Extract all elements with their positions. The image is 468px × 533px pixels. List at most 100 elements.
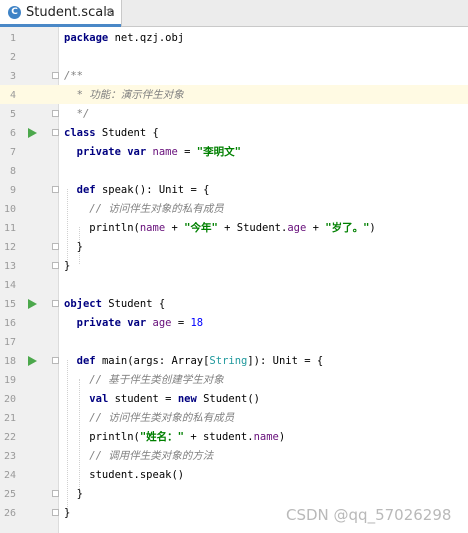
code-line[interactable]: println(name + "今年" + Student.age + "岁了。… [64,219,375,238]
line-number: 20 [3,394,16,405]
string-token: "姓名：" [139,431,185,443]
gutter-row: 20 [0,390,58,409]
tab-student-scala[interactable]: C Student.scala ✕ [0,0,122,27]
tab-label: Student.scala [26,5,115,20]
line-number: 17 [3,337,16,348]
fold-icon[interactable] [52,490,59,497]
line-number: 15 [3,299,16,310]
number-token: 18 [190,317,204,329]
comment-token: // 基于伴生类创建学生对象 [89,374,224,386]
fold-icon[interactable] [52,110,59,117]
plain-token: + student. [184,431,254,443]
plain-token: println( [64,222,140,234]
code-line[interactable]: println("姓名：" + student.name) [64,428,285,447]
gutter-row: 13 [0,257,59,276]
run-icon[interactable] [28,299,37,309]
line-number: 13 [3,261,16,272]
code-line[interactable]: */ [64,105,90,124]
gutter-row: 10 [0,200,58,219]
line-number: 16 [3,318,16,329]
keyword-token: class [64,127,96,139]
code-line[interactable]: } [64,504,70,523]
line-number: 22 [3,432,16,443]
plain-token: } [64,260,71,272]
gutter-row: 4 [0,86,58,105]
comment-token: * 功能：演示伴生对象 [64,89,184,101]
comment-token: // 调用伴生类对象的方法 [89,450,214,462]
gutter-row: 22 [0,428,58,447]
line-number: 4 [9,90,16,101]
string-token: "李明文" [196,146,241,158]
gutter-row: 1 [0,29,58,48]
gutter-row: 21 [0,409,58,428]
code-line[interactable]: } [64,238,83,257]
line-number: 10 [3,204,16,215]
code-line[interactable]: student.speak() [64,466,184,485]
fold-icon[interactable] [52,262,59,269]
code-line[interactable]: } [64,257,70,276]
plain-token: ) [278,431,286,443]
code-line[interactable]: object Student { [64,295,165,314]
code-line[interactable]: } [64,485,83,504]
run-icon[interactable] [28,128,37,138]
comment-token: */ [64,108,90,120]
plain-token: = [177,146,197,158]
string-token: "今年" [184,222,218,234]
field-token: name [152,146,178,158]
gutter-row: 7 [0,143,58,162]
line-number: 26 [3,508,16,519]
plain-token: ]): Unit = { [247,355,324,367]
code-line[interactable]: // 调用伴生类对象的方法 [64,447,213,466]
code-line[interactable]: package net.qzj.obj [64,29,184,48]
code-line[interactable]: def main(args: Array[String]): Unit = { [64,352,324,371]
comment-token: // 访问伴生类对象的私有成员 [89,412,235,424]
fold-icon[interactable] [52,72,59,79]
line-number: 14 [3,280,16,291]
keyword-token: package [64,32,109,44]
plain-token: student = [108,393,178,405]
fold-icon[interactable] [52,186,59,193]
fold-icon[interactable] [52,509,59,516]
code-line[interactable]: val student = new Student() [64,390,260,409]
code-line[interactable]: // 访问伴生对象的私有成员 [64,200,223,219]
fold-icon[interactable] [52,129,59,136]
gutter-row: 2 [0,48,58,67]
gutter-row: 12 [0,238,59,257]
plain-token: } [64,488,83,500]
gutter-row: 24 [0,466,58,485]
code-line[interactable]: // 访问伴生类对象的私有成员 [64,409,234,428]
line-number: 24 [3,470,16,481]
code-line[interactable]: // 基于伴生类创建学生对象 [64,371,224,390]
fold-icon[interactable] [52,243,59,250]
plain-token: + Student. [217,222,288,234]
code-line[interactable]: * 功能：演示伴生对象 [64,86,184,105]
code-line[interactable]: class Student { [64,124,159,143]
fold-icon[interactable] [52,300,59,307]
keyword-token: def [76,355,96,367]
run-icon[interactable] [28,356,37,366]
keyword-token: new [177,393,197,405]
code-editor[interactable]: package net.qzj.obj /** * 功能：演示伴生对象 */ cla… [0,27,468,533]
code-line[interactable]: private var age = 18 [64,314,203,333]
code-line[interactable]: private var name = "李明文" [64,143,241,162]
plain-token: main(args: Array[ [95,355,210,367]
keyword-token: object [64,298,102,310]
plain-token: Student { [95,127,159,139]
close-icon[interactable]: ✕ [105,5,114,21]
fold-icon[interactable] [52,357,59,364]
code-line[interactable]: /** [64,67,83,86]
line-number: 3 [9,71,16,82]
editor-tab-bar: C Student.scala ✕ [0,0,468,27]
keyword-token: def [76,184,96,196]
line-number: 23 [3,451,16,462]
line-number: 19 [3,375,16,386]
code-line[interactable]: def speak(): Unit = { [64,181,210,200]
plain-token: student.speak() [64,469,185,481]
